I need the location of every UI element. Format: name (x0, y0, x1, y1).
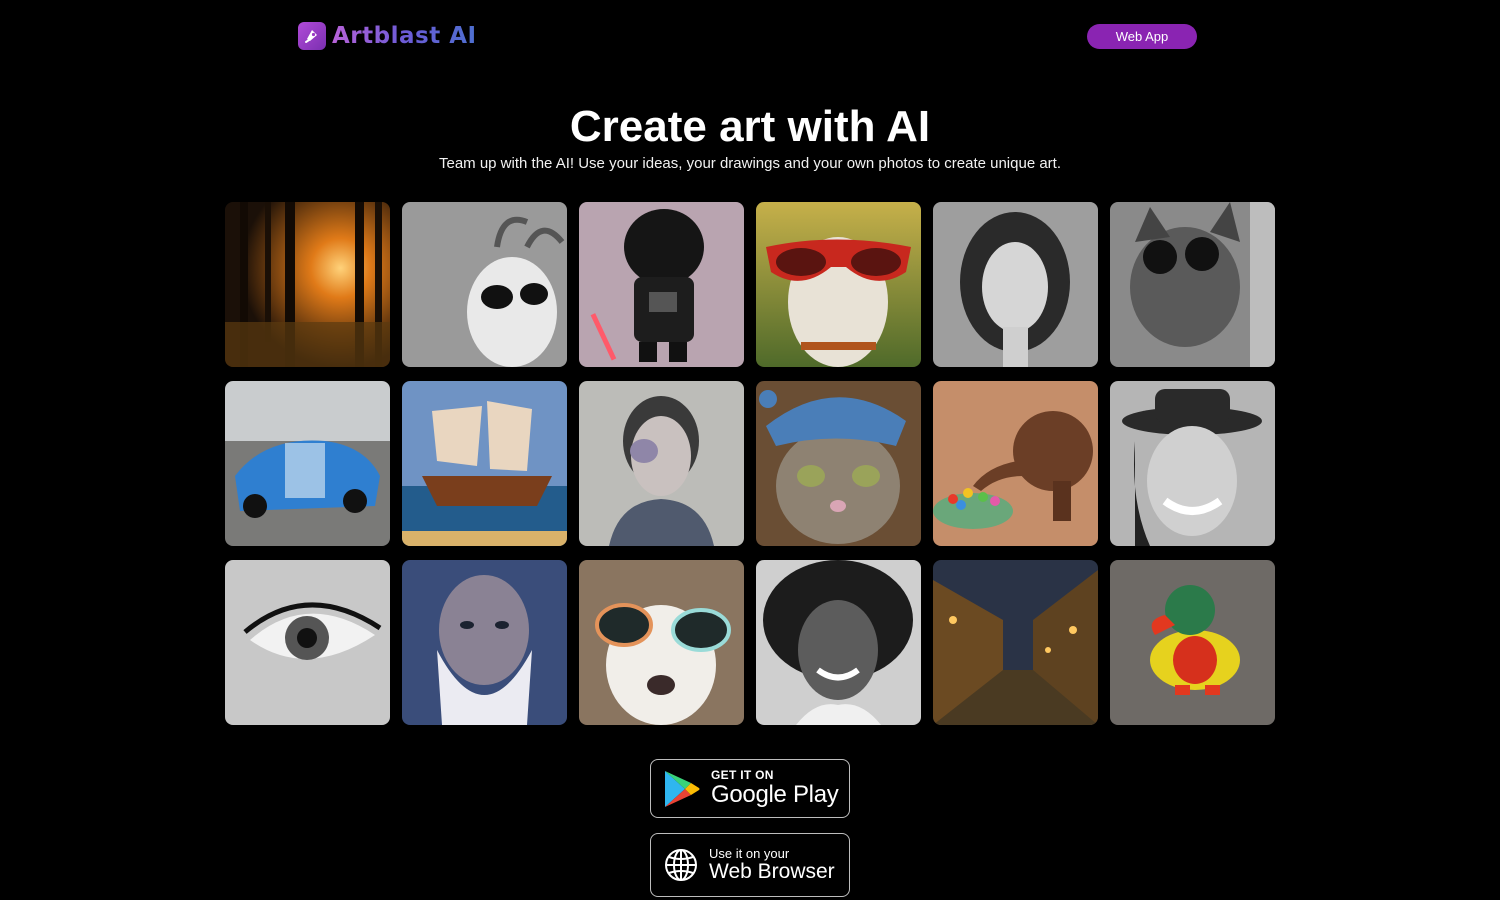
gallery-image-goat-sunglasses[interactable] (402, 202, 567, 367)
gallery-image-cat-sunglasses[interactable] (1110, 202, 1275, 367)
gallery-image-darth-vader[interactable] (579, 202, 744, 367)
gallery-image-eye[interactable] (225, 560, 390, 725)
gallery-image-smiling-woman[interactable] (756, 560, 921, 725)
gallery-image-blue-sports-car[interactable] (225, 381, 390, 546)
gallery-image-sunset-forest[interactable] (225, 202, 390, 367)
gallery-image-woman-in-hat[interactable] (1110, 381, 1275, 546)
gallery-image-woman-portrait[interactable] (933, 202, 1098, 367)
gallery-image-wooden-elephant[interactable] (933, 381, 1098, 546)
google-play-icon (663, 769, 701, 809)
web-browser-big-label: Web Browser (709, 860, 835, 883)
gallery-image-painted-girl[interactable] (579, 381, 744, 546)
web-browser-small-label: Use it on your (709, 846, 790, 861)
google-play-badge[interactable]: GET IT ON Google Play (650, 759, 850, 818)
brush-logo-icon (298, 22, 326, 50)
gallery-image-night-street[interactable] (933, 560, 1098, 725)
globe-icon (663, 847, 699, 883)
gallery-image-toy-duck[interactable] (1110, 560, 1275, 725)
gallery-image-cat-blue-hat[interactable] (756, 381, 921, 546)
gallery-image-sailing-ship[interactable] (402, 381, 567, 546)
header: Artblast AI Web App (0, 0, 1500, 72)
gallery-image-dog-red-sunglasses[interactable] (756, 202, 921, 367)
page-subtitle: Team up with the AI! Use your ideas, you… (438, 155, 1062, 172)
brand-logo[interactable]: Artblast AI (298, 22, 477, 50)
google-play-small-label: GET IT ON (711, 768, 774, 782)
gallery-image-dog-sunglasses[interactable] (579, 560, 744, 725)
brand-name: Artblast AI (332, 23, 477, 49)
art-gallery (225, 202, 1275, 725)
web-app-button[interactable]: Web App (1087, 24, 1197, 49)
web-browser-badge[interactable]: Use it on your Web Browser (650, 833, 850, 897)
gallery-image-old-wizard[interactable] (402, 560, 567, 725)
google-play-big-label: Google Play (711, 781, 839, 808)
page-title: Create art with AI (569, 102, 931, 151)
